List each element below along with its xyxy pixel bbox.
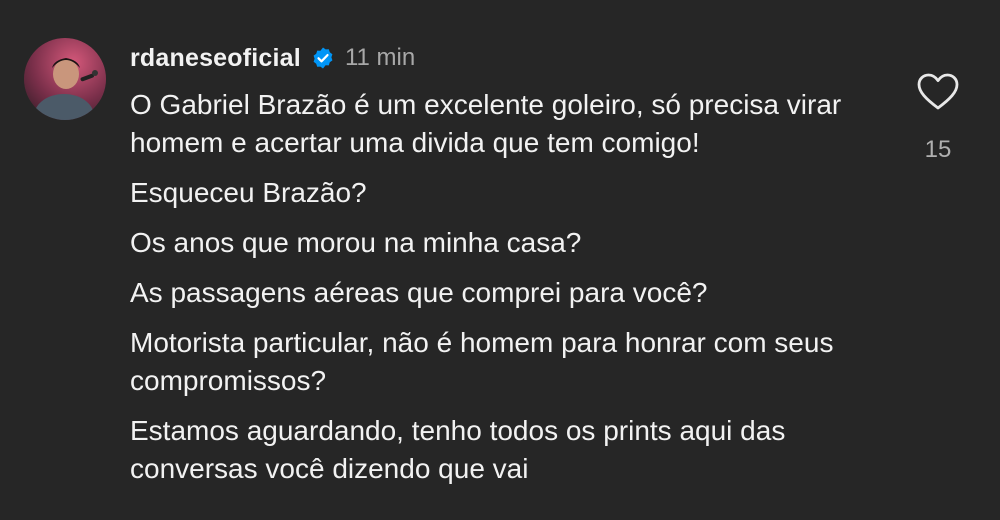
like-button[interactable] <box>916 72 960 112</box>
avatar[interactable] <box>24 38 106 120</box>
verified-badge-icon <box>311 46 335 70</box>
comment-body: O Gabriel Brazão é um excelente goleiro,… <box>130 86 890 500</box>
timestamp: 11 min <box>344 44 416 71</box>
avatar-image <box>24 38 106 120</box>
heart-outline-icon <box>917 73 959 110</box>
comment-paragraph: Esqueceu Brazão? <box>130 177 367 208</box>
comment: rdaneseoficial 11 min O Gabriel Brazão é… <box>0 0 1000 520</box>
comment-paragraph: O Gabriel Brazão é um excelente goleiro,… <box>130 89 842 158</box>
comment-paragraph: As passagens aéreas que comprei para voc… <box>130 277 708 308</box>
comment-paragraph: Motorista particular, não é homem para h… <box>130 327 834 396</box>
like-area: 15 <box>912 72 964 164</box>
comment-paragraph: Os anos que morou na minha casa? <box>130 227 582 258</box>
like-count: 15 <box>924 136 952 163</box>
comment-paragraph: Estamos aguardando, tenho todos os print… <box>130 415 786 484</box>
comment-header: rdaneseoficial 11 min <box>130 40 415 76</box>
username[interactable]: rdaneseoficial <box>130 44 301 73</box>
